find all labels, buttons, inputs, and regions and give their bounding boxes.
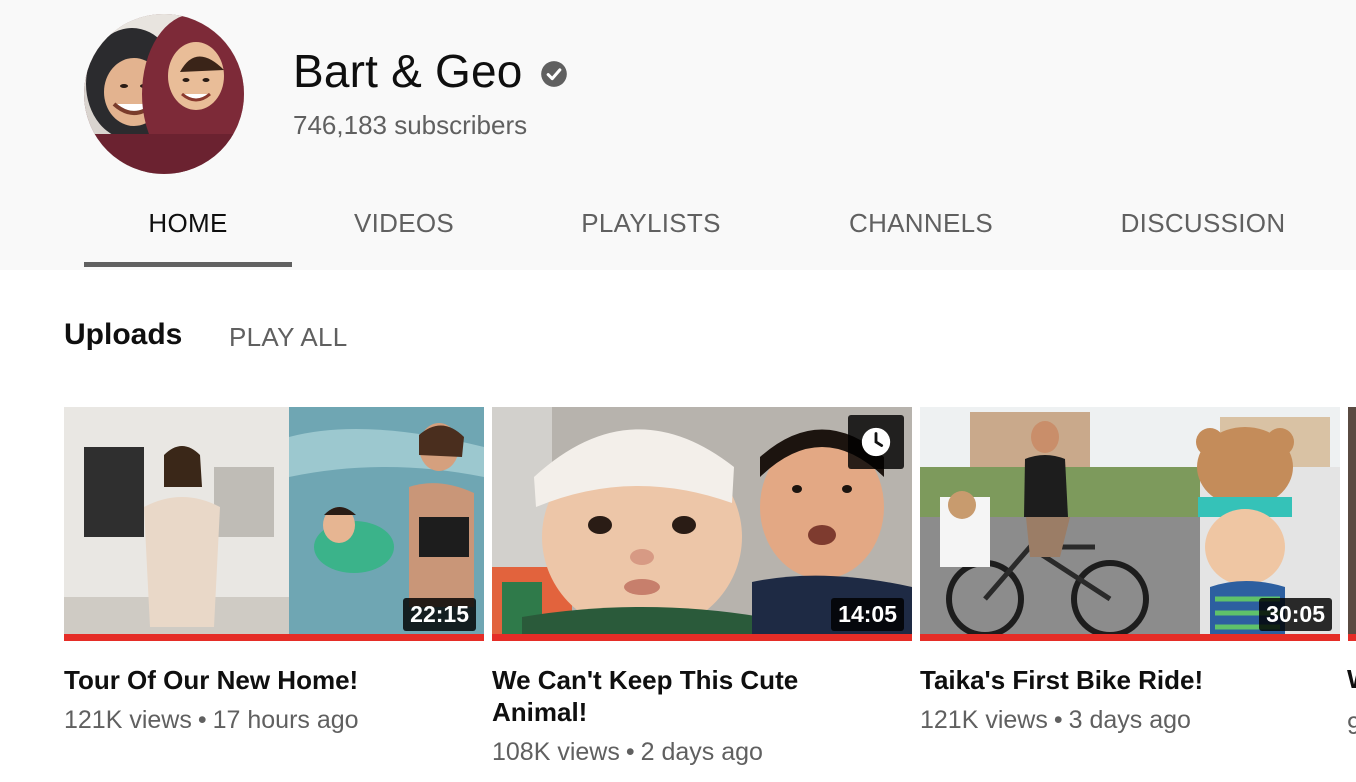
video-thumbnail[interactable]: 14:05: [492, 407, 912, 641]
video-thumbnail[interactable]: 30:05: [920, 407, 1340, 641]
watch-progress-bar: [1348, 634, 1356, 641]
tab-home[interactable]: HOME: [84, 180, 292, 266]
video-duration: 30:05: [1259, 598, 1332, 631]
avatar-image: [84, 14, 244, 174]
video-duration: 14:05: [831, 598, 904, 631]
watch-later-button[interactable]: [848, 415, 904, 469]
watch-progress-bar: [64, 634, 484, 641]
next-video-metadata: 9: [1347, 712, 1356, 740]
video-thumbnail[interactable]: 22:15: [64, 407, 484, 641]
video-metadata: 121K views • 17 hours ago: [64, 706, 359, 734]
video-card[interactable]: 30:05 Taika's First Bike Ride! 121K view…: [920, 407, 1340, 735]
video-card[interactable]: 14:05 We Can't Keep This Cute Animal! 10…: [492, 407, 912, 767]
watch-progress-bar: [492, 634, 912, 641]
next-video-title[interactable]: W: [1347, 664, 1356, 695]
tab-videos[interactable]: VIDEOS: [304, 180, 504, 266]
play-all-button[interactable]: PLAY ALL: [229, 322, 348, 353]
video-views: 121K views: [64, 706, 192, 734]
video-age: 17 hours ago: [212, 706, 359, 734]
tab-discussion[interactable]: DISCUSSION: [1092, 180, 1314, 266]
video-title[interactable]: We Can't Keep This Cute Animal!: [492, 664, 852, 728]
video-views: 121K views: [920, 706, 1048, 734]
uploads-title[interactable]: Uploads: [64, 318, 182, 352]
video-title[interactable]: Tour Of Our New Home!: [64, 664, 424, 696]
tab-playlists[interactable]: PLAYLISTS: [540, 180, 762, 266]
channel-avatar[interactable]: [84, 14, 244, 174]
next-video-thumbnail[interactable]: [1348, 407, 1356, 641]
video-title[interactable]: Taika's First Bike Ride!: [920, 664, 1280, 696]
channel-name: Bart & Geo: [293, 45, 523, 97]
clock-icon: [861, 427, 891, 457]
video-age: 3 days ago: [1068, 706, 1191, 734]
channel-header: Bart & Geo 746,183 subscribers HOME VIDE…: [0, 0, 1356, 270]
watch-progress-bar: [920, 634, 1340, 641]
video-card[interactable]: 22:15 Tour Of Our New Home! 121K views • 1…: [64, 407, 484, 735]
tab-channels[interactable]: CHANNELS: [814, 180, 1028, 266]
video-metadata: 121K views • 3 days ago: [920, 706, 1191, 734]
video-views: 108K views: [492, 738, 620, 766]
video-age: 2 days ago: [640, 738, 763, 766]
subscriber-count: 746,183 subscribers: [293, 110, 528, 140]
video-metadata: 108K views • 2 days ago: [492, 738, 763, 766]
verified-check-icon: [541, 61, 567, 87]
video-duration: 22:15: [403, 598, 476, 631]
active-tab-indicator: [84, 262, 292, 267]
